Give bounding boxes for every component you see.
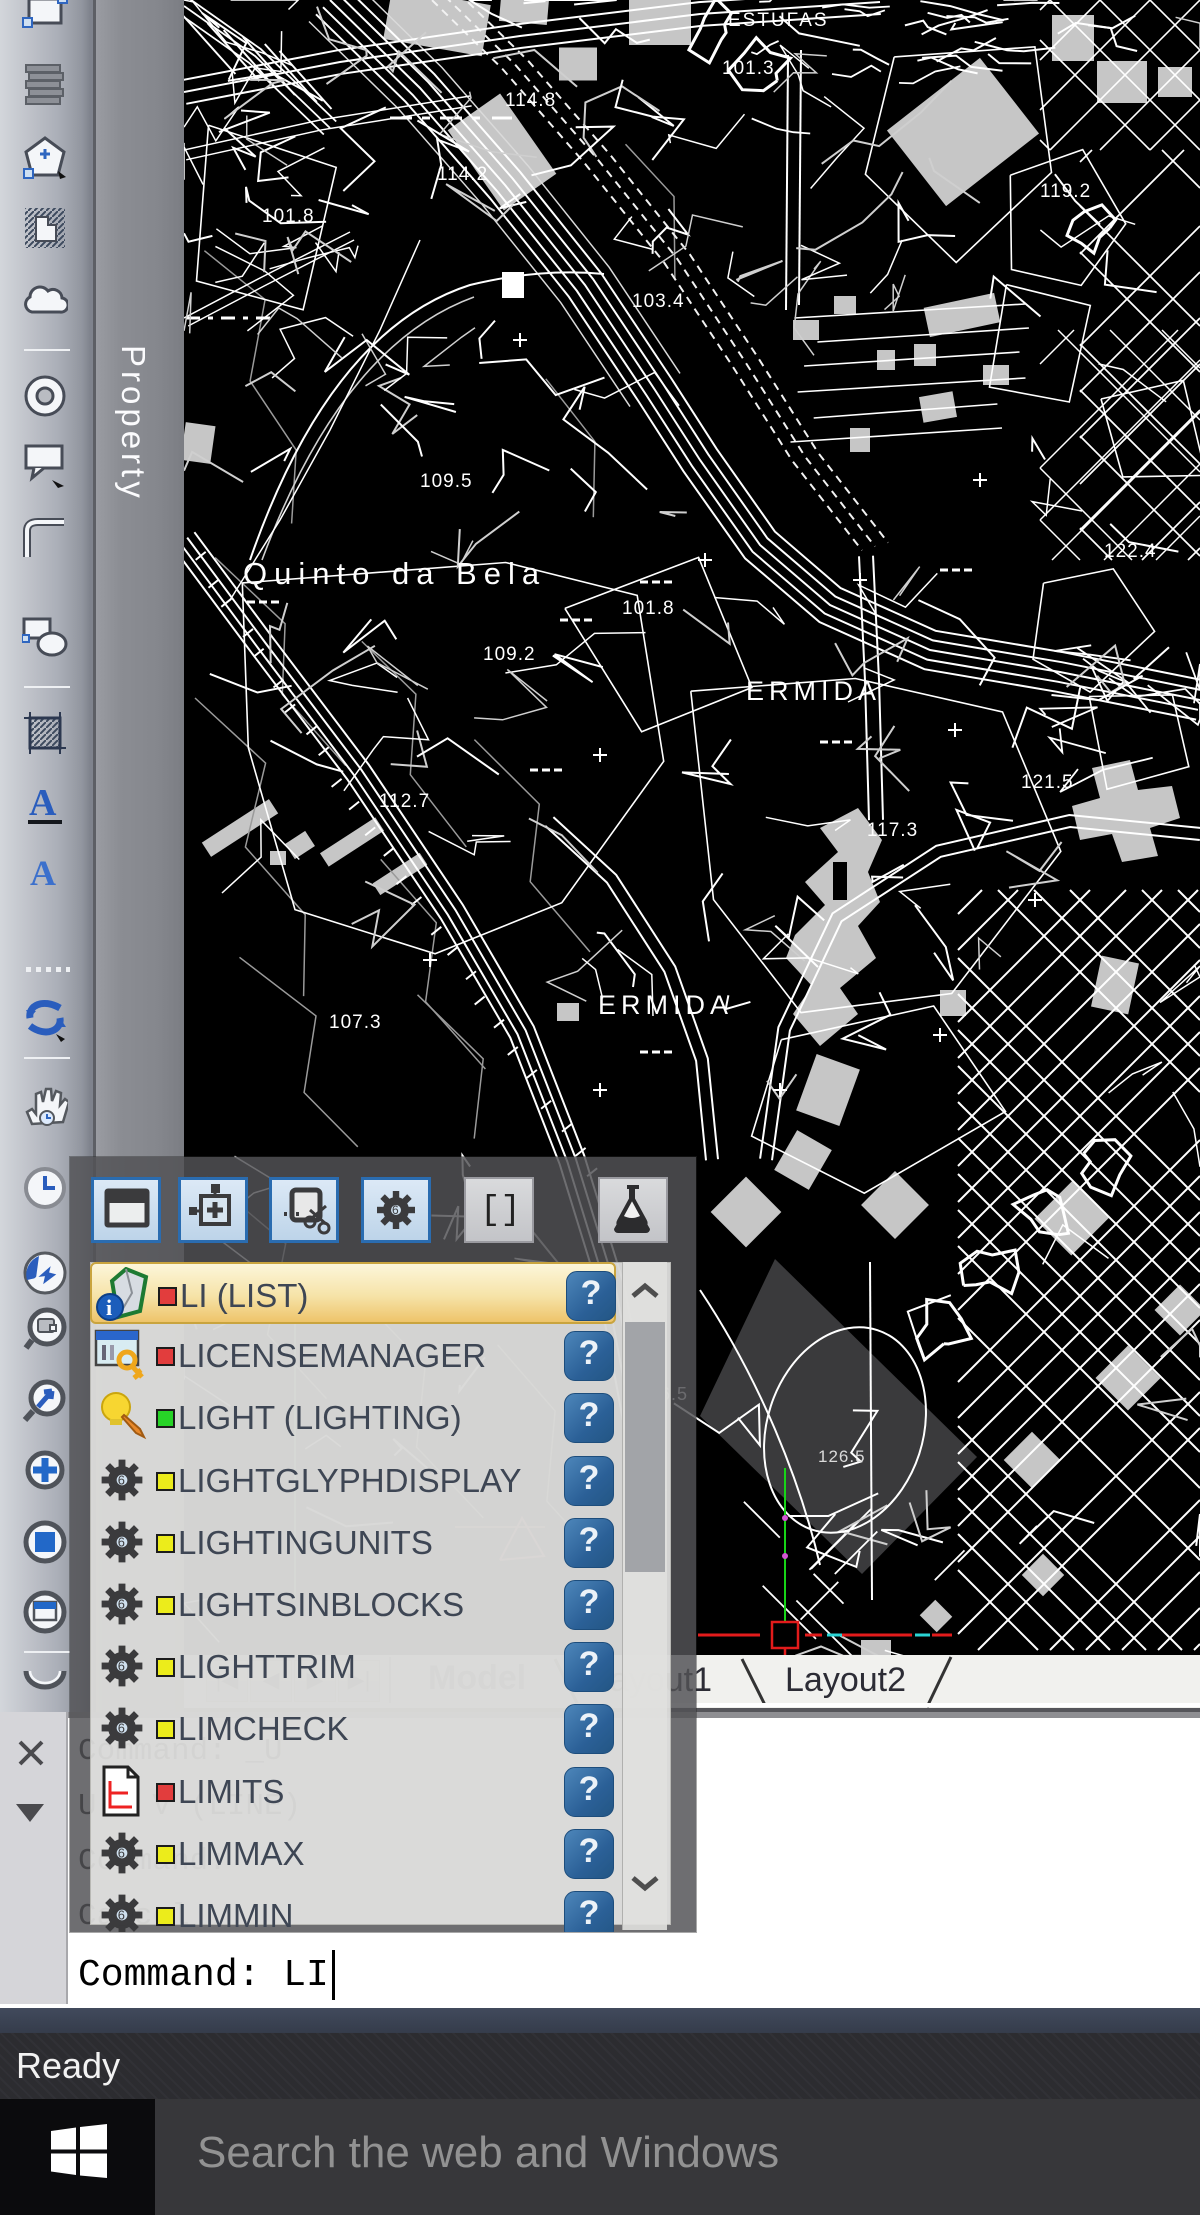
svg-text:109.5: 109.5 bbox=[420, 471, 473, 492]
svg-text:ESTUFAS: ESTUFAS bbox=[728, 10, 829, 31]
svg-text:101.8: 101.8 bbox=[622, 598, 675, 619]
svg-text:A: A bbox=[29, 782, 57, 824]
svg-text:121.5: 121.5 bbox=[1021, 772, 1074, 793]
svg-text:107.3: 107.3 bbox=[329, 1012, 382, 1033]
svg-text:6: 6 bbox=[118, 1534, 125, 1549]
svg-text:122.4: 122.4 bbox=[1104, 541, 1157, 562]
svg-text:101.3: 101.3 bbox=[722, 58, 775, 79]
svg-text:6: 6 bbox=[118, 1472, 125, 1487]
svg-text:6: 6 bbox=[118, 1720, 125, 1735]
svg-text:117.3: 117.3 bbox=[867, 820, 918, 841]
svg-text:101.8: 101.8 bbox=[262, 206, 315, 227]
svg-text:6: 6 bbox=[118, 1845, 125, 1860]
svg-text:103.4: 103.4 bbox=[632, 291, 685, 312]
svg-text:119.2: 119.2 bbox=[1040, 181, 1091, 202]
svg-text:6: 6 bbox=[118, 1658, 125, 1673]
svg-text:114.2: 114.2 bbox=[437, 164, 488, 185]
svg-text:i: i bbox=[106, 1295, 112, 1320]
svg-text:6: 6 bbox=[118, 1907, 125, 1922]
svg-text:A: A bbox=[30, 853, 56, 893]
svg-text:112.7: 112.7 bbox=[379, 791, 430, 812]
svg-text:126.5: 126.5 bbox=[818, 1447, 866, 1466]
svg-text:6: 6 bbox=[118, 1596, 125, 1611]
svg-text:114.8: 114.8 bbox=[505, 90, 556, 111]
svg-text:Quinto da Bela: Quinto da Bela bbox=[243, 556, 546, 591]
svg-text:109.2: 109.2 bbox=[483, 644, 536, 665]
svg-text:ERMIDA: ERMIDA bbox=[598, 990, 733, 1020]
svg-text:ERMIDA: ERMIDA bbox=[746, 676, 881, 706]
